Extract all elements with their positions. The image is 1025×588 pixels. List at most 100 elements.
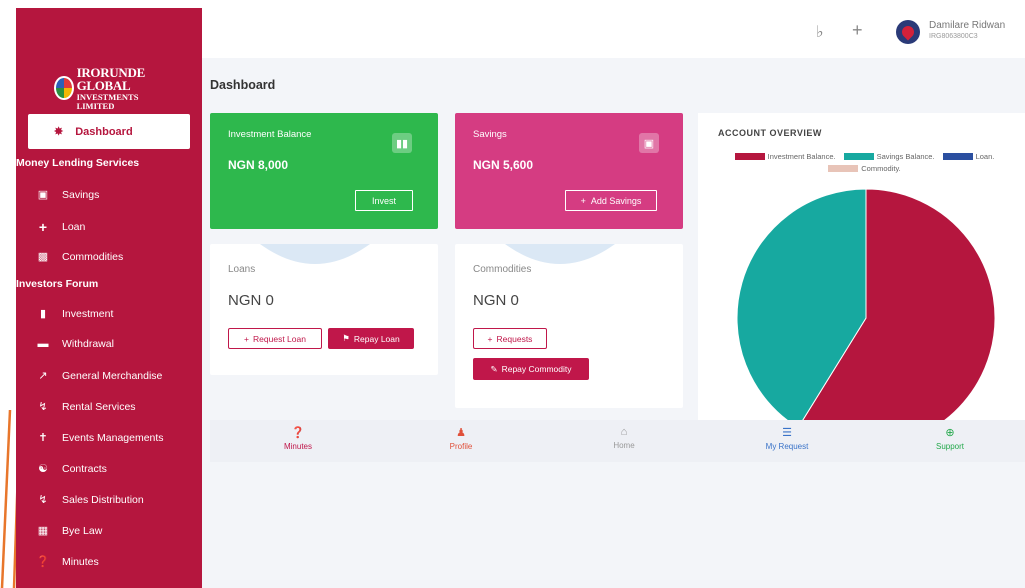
bottom-nav-label: My Request (765, 442, 809, 451)
id-card-icon: ▦ (37, 525, 49, 537)
repay-loan-button[interactable]: ⚑ Repay Loan (328, 328, 414, 349)
sidebar-item-label: General Merchandise (62, 369, 163, 382)
sidebar-item-minutes[interactable]: ❓ Minutes (36, 555, 99, 569)
money-icon: ▣ (37, 189, 49, 201)
sidebar-item-bye-law[interactable]: ▦ Bye Law (36, 524, 103, 538)
logo-subtitle: INVESTMENTS LIMITED (76, 92, 139, 111)
credit-card-icon: ▬ (37, 338, 49, 350)
savings-card: Savings NGN 5,600 ▣ + Add Savings (455, 113, 683, 229)
bottom-nav-label: Profile (449, 442, 473, 451)
legend-swatch (843, 153, 874, 160)
commodities-card: Commodities NGN 0 + Requests ✎ Repay Com… (455, 244, 683, 408)
legend-swatch (942, 153, 973, 160)
bottom-nav-profile[interactable]: ♟ Profile (421, 426, 501, 451)
sidebar-item-commodities[interactable]: ▩ Commodities (36, 250, 124, 264)
bar-chart-icon: ▮▮ (392, 133, 412, 153)
top-bar: ♭ + Damilare Ridwan IRG8063800C3 (202, 8, 1025, 58)
trophy-icon: ✝ (38, 432, 48, 444)
sidebar-item-label: Events Managements (62, 431, 164, 444)
repay-loan-label: Repay Loan (353, 333, 400, 344)
sidebar-item-general-merchandise[interactable]: ↗ General Merchandise (36, 369, 163, 383)
plus-icon: + (38, 219, 48, 235)
sidebar-item-sales-distribution[interactable]: ↯ Sales Distribution (36, 493, 143, 507)
legend-item[interactable]: Investment Balance. (734, 152, 836, 161)
request-loan-button[interactable]: + Request Loan (228, 328, 322, 349)
sidebar-item-label: Bye Law (62, 524, 103, 537)
card-label: Commodities (473, 264, 532, 275)
legend-item[interactable]: Commodity. (828, 164, 901, 173)
bottom-nav-minutes[interactable]: ❓ Minutes (258, 426, 338, 451)
sidebar-item-label: Minutes (62, 555, 99, 568)
sidebar: IRORUNDE GLOBAL INVESTMENTS LIMITED ✸ Da… (16, 8, 202, 588)
bell-icon[interactable]: ♭ (816, 22, 824, 42)
repay-commodity-label: Repay Commodity (501, 364, 572, 374)
plus-icon[interactable]: + (852, 20, 863, 41)
card-label: Savings (473, 129, 507, 140)
wave-decoration (505, 244, 615, 264)
legend-swatch (734, 153, 765, 160)
legend-item[interactable]: Savings Balance. (843, 152, 935, 161)
page-title: Dashboard (210, 78, 276, 92)
sidebar-item-label: Contracts (62, 462, 107, 475)
sidebar-item-label: Loan (62, 221, 86, 233)
invest-button[interactable]: Invest (355, 190, 413, 211)
sidebar-item-savings[interactable]: ▣ Savings (36, 188, 100, 202)
home-icon: ⌂ (620, 426, 628, 438)
shopping-bag-icon: ▩ (37, 251, 49, 263)
legend-item[interactable]: Loan. (942, 152, 994, 161)
sidebar-item-label: Withdrawal (62, 338, 114, 350)
dashboard-icon: ✸ (54, 126, 64, 138)
card-label: Loans (228, 264, 256, 275)
logo-title: IRORUNDE GLOBAL (76, 65, 146, 93)
investment-balance-card: Investment Balance NGN 8,000 ▮▮ Invest (210, 113, 438, 229)
plus-icon: + (580, 195, 586, 206)
sidebar-item-events[interactable]: ✝ Events Managements (36, 431, 164, 445)
cart-icon: ↯ (38, 494, 48, 506)
request-loan-label: Request Loan (253, 333, 306, 344)
sidebar-item-rental-services[interactable]: ↯ Rental Services (36, 400, 135, 414)
company-logo[interactable]: IRORUNDE GLOBAL INVESTMENTS LIMITED (54, 65, 174, 111)
sidebar-item-contracts[interactable]: ☯ Contracts (36, 462, 107, 476)
requests-label: Requests (496, 333, 533, 344)
card-value: NGN 8,000 (228, 158, 289, 172)
card-value: NGN 5,600 (473, 158, 534, 172)
sidebar-item-loan[interactable]: + Loan (36, 219, 85, 235)
wave-decoration (260, 244, 370, 264)
add-savings-button[interactable]: + Add Savings (565, 190, 657, 211)
bottom-nav-support[interactable]: ⊕ Support (910, 426, 990, 451)
sidebar-item-withdrawal[interactable]: ▬ Withdrawal (36, 338, 114, 350)
bottom-nav-label: Home (613, 441, 635, 450)
repay-commodity-button[interactable]: ✎ Repay Commodity (473, 358, 589, 380)
bottom-nav: ❓ Minutes ♟ Profile ⌂ Home ☰ My Request ⊕ Support (210, 420, 1025, 462)
user-id: IRG8063800C3 (929, 33, 978, 40)
legend-label: Savings Balance. (876, 152, 935, 161)
add-savings-label: Add Savings (590, 195, 642, 206)
bar-chart-icon: ▮ (39, 308, 47, 320)
handshake-icon: ☯ (38, 463, 48, 475)
user-name[interactable]: Damilare Ridwan (929, 20, 1005, 31)
chart-title: ACCOUNT OVERVIEW (718, 128, 822, 138)
sidebar-item-investment[interactable]: ▮ Investment (36, 307, 114, 321)
loans-card: Loans NGN 0 + Request Loan ⚑ Repay Loan (210, 244, 438, 375)
sidebar-item-dashboard[interactable]: ✸ Dashboard (28, 114, 190, 149)
bottom-nav-my-request[interactable]: ☰ My Request (747, 426, 827, 451)
requests-button[interactable]: + Requests (473, 328, 547, 349)
sidebar-item-label: Investment (62, 307, 114, 320)
money-icon: ▣ (639, 133, 659, 153)
question-icon: ❓ (36, 556, 50, 568)
legend-swatch (828, 165, 859, 172)
cart-icon: ↗ (38, 370, 48, 382)
chart-legend: Investment Balance. Savings Balance. Loa… (712, 152, 1017, 173)
flag-icon: ⚑ (342, 333, 350, 343)
question-icon: ❓ (291, 427, 305, 439)
sidebar-item-label: Commodities (62, 250, 124, 263)
plus-icon: + (244, 333, 250, 344)
card-label: Investment Balance (228, 129, 312, 140)
sidebar-item-label: Savings (62, 188, 100, 201)
bottom-nav-home[interactable]: ⌂ Home (584, 426, 664, 450)
list-icon: ☰ (782, 427, 792, 439)
section-investors-forum: Investors Forum (16, 278, 99, 290)
avatar[interactable] (896, 20, 920, 44)
shield-icon (899, 23, 917, 41)
card-value: NGN 0 (473, 292, 519, 309)
